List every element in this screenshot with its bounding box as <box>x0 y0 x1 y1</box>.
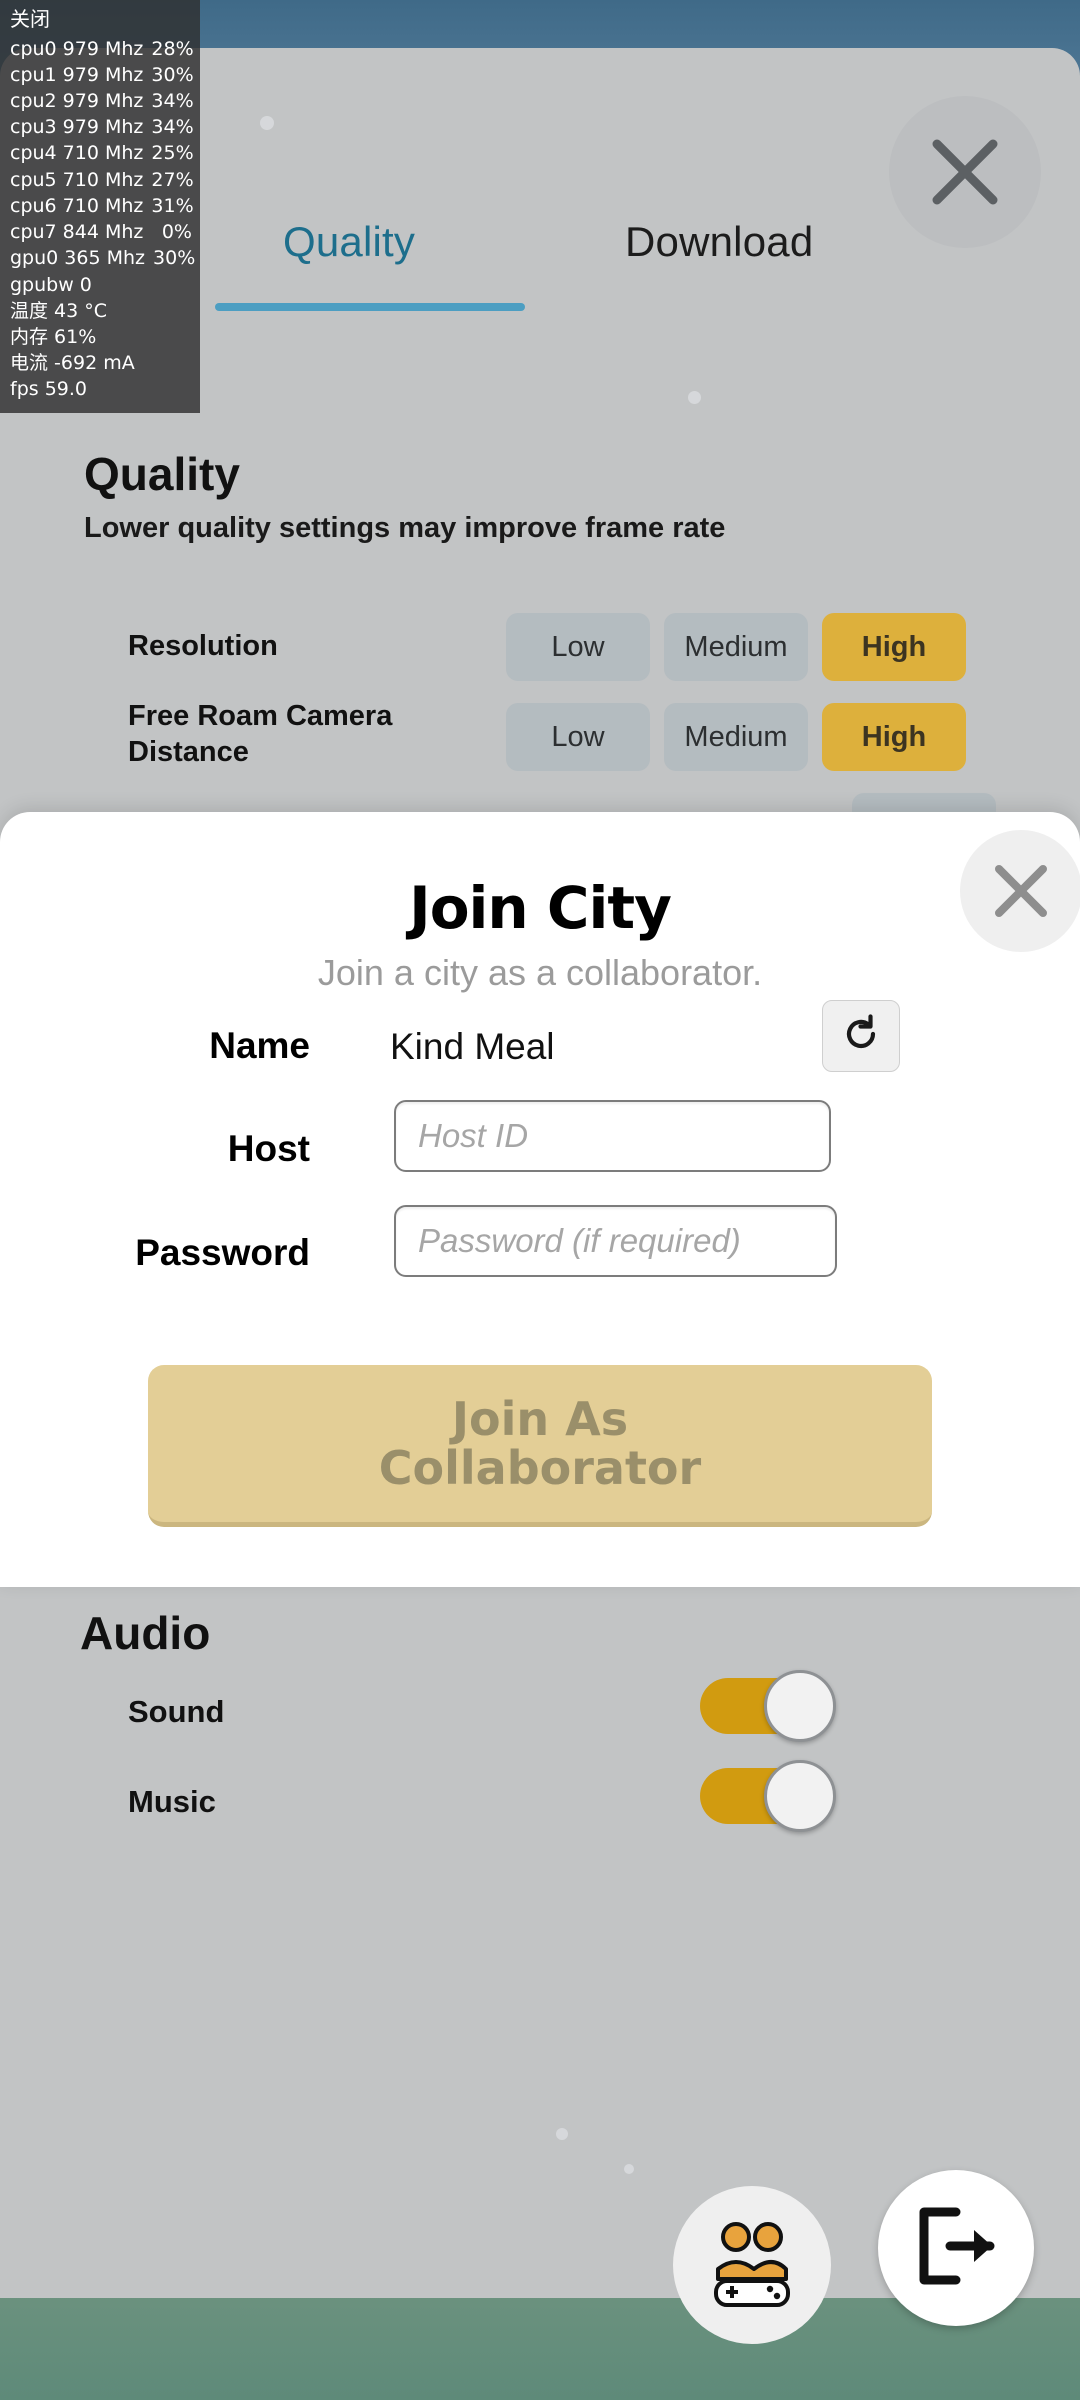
overlay-stat-line: gpubw 0 <box>10 272 192 298</box>
settings-close-button[interactable] <box>889 96 1041 248</box>
overlay-stat-key: 电流 -692 mA <box>10 352 135 375</box>
field-label-name: Name <box>209 1025 310 1066</box>
app-root: Quality Download Quality Lower quality s… <box>0 0 1080 2400</box>
resolution-option-high[interactable]: High <box>822 613 966 681</box>
tab-quality[interactable]: Quality <box>283 218 415 266</box>
overlay-stat-key: cpu1 979 Mhz <box>10 63 144 86</box>
field-label-host: Host <box>227 1128 310 1169</box>
field-value-name: Kind Meal <box>390 1026 555 1067</box>
two-players-icon <box>700 2211 804 2320</box>
overlay-stat-line: cpu2 979 Mhz 34% <box>10 88 194 114</box>
overlay-stat-key: cpu5 710 Mhz <box>10 168 144 191</box>
setting-label-resolution: Resolution <box>128 630 278 662</box>
join-as-collaborator-button[interactable]: Join As Collaborator <box>148 1365 932 1527</box>
resolution-option-medium[interactable]: Medium <box>664 613 808 681</box>
dialog-close-button[interactable] <box>960 830 1080 952</box>
overlay-stat-list: cpu0 979 Mhz 28% cpu1 979 Mhz 30% cpu2 979 M… <box>10 36 196 403</box>
overlay-stat-key: gpu0 365 Mhz <box>10 247 146 270</box>
setting-label-free-roam-camera-distance: Free Roam Camera Distance <box>128 700 393 769</box>
overlay-stat-line: cpu6 710 Mhz 31% <box>10 193 194 219</box>
join-button-line2: Collaborator <box>378 1440 702 1495</box>
overlay-stat-key: cpu6 710 Mhz <box>10 194 144 217</box>
refresh-icon <box>841 1013 881 1059</box>
overlay-stat-line: 内存 61% <box>10 324 192 350</box>
quality-subheading: Lower quality settings may improve frame… <box>84 512 726 544</box>
field-label-password: Password <box>135 1232 310 1273</box>
segmented-control-camera-distance: Low Medium High <box>506 703 966 771</box>
tab-download[interactable]: Download <box>625 218 813 266</box>
overlay-stat-key: gpubw 0 <box>10 273 92 296</box>
overlay-stat-value <box>144 324 192 350</box>
audio-label-music: Music <box>128 1784 216 1819</box>
toggle-knob <box>764 1670 836 1742</box>
overlay-stat-value: 31% <box>151 194 194 217</box>
tab-active-indicator <box>215 303 525 311</box>
toggle-knob <box>764 1760 836 1832</box>
overlay-stat-line: cpu5 710 Mhz 27% <box>10 167 194 193</box>
overlay-stat-line: cpu0 979 Mhz 28% <box>10 36 194 62</box>
regenerate-name-button[interactable] <box>822 1000 900 1072</box>
overlay-stat-line: cpu1 979 Mhz 30% <box>10 62 194 88</box>
overlay-stat-value: 30% <box>151 63 194 86</box>
overlay-stat-key: cpu0 979 Mhz <box>10 37 144 60</box>
overlay-stat-key: cpu7 844 Mhz <box>10 221 144 244</box>
overlay-stat-line: cpu4 710 Mhz 25% <box>10 140 194 166</box>
overlay-stat-value: 0% <box>161 221 192 244</box>
overlay-stat-line: fps 59.0 <box>10 376 192 402</box>
overlay-stat-value: 34% <box>151 116 194 139</box>
exit-button[interactable] <box>878 2170 1034 2326</box>
overlay-stat-key: cpu3 979 Mhz <box>10 116 144 139</box>
overlay-stat-value: 27% <box>151 168 194 191</box>
overlay-stat-line: cpu3 979 Mhz 34% <box>10 114 194 140</box>
password-input[interactable]: Password (if required) <box>394 1205 837 1277</box>
exit-door-icon <box>910 2200 1002 2297</box>
overlay-stat-value <box>144 298 192 324</box>
overlay-close-label[interactable]: 关闭 <box>10 6 192 34</box>
overlay-stat-line: gpu0 365 Mhz 30% <box>10 245 196 271</box>
password-input-placeholder: Password (if required) <box>418 1222 741 1259</box>
overlay-stat-line: 温度 43 °C <box>10 298 192 324</box>
overlay-stat-value <box>144 350 192 376</box>
overlay-stat-key: cpu4 710 Mhz <box>10 142 144 165</box>
join-button-line1: Join As <box>451 1392 629 1447</box>
overlay-stat-line: 电流 -692 mA <box>10 350 192 376</box>
camera-distance-option-high[interactable]: High <box>822 703 966 771</box>
camera-distance-option-medium[interactable]: Medium <box>664 703 808 771</box>
segmented-control-resolution: Low Medium High <box>506 613 966 681</box>
overlay-stat-value: 30% <box>153 247 196 270</box>
host-input[interactable]: Host ID <box>394 1100 831 1172</box>
overlay-stat-value: 34% <box>151 90 194 113</box>
dialog-subtitle: Join a city as a collaborator. <box>317 952 763 993</box>
resolution-option-low[interactable]: Low <box>506 613 650 681</box>
quality-heading: Quality <box>84 448 240 500</box>
overlay-stat-value <box>144 272 192 298</box>
audio-heading: Audio <box>80 1607 211 1659</box>
camera-distance-option-low[interactable]: Low <box>506 703 650 771</box>
overlay-stat-key: fps 59.0 <box>10 378 87 401</box>
performance-overlay: 关闭 cpu0 979 Mhz 28% cpu1 979 Mhz 30% cpu2 97… <box>0 0 200 413</box>
toggle-music[interactable] <box>700 1760 836 1832</box>
audio-label-sound: Sound <box>128 1694 225 1729</box>
dialog-title: Join City <box>409 874 672 942</box>
overlay-stat-line: cpu7 844 Mhz 0% <box>10 219 192 245</box>
overlay-stat-value <box>144 376 192 402</box>
overlay-stat-key: 温度 43 °C <box>10 299 108 322</box>
toggle-sound[interactable] <box>700 1670 836 1742</box>
overlay-stat-key: cpu2 979 Mhz <box>10 90 144 113</box>
players-button[interactable] <box>673 2186 831 2344</box>
overlay-stat-key: 内存 61% <box>10 326 97 348</box>
host-input-placeholder: Host ID <box>418 1117 529 1154</box>
overlay-stat-value: 25% <box>151 142 194 165</box>
overlay-stat-value: 28% <box>151 37 194 60</box>
